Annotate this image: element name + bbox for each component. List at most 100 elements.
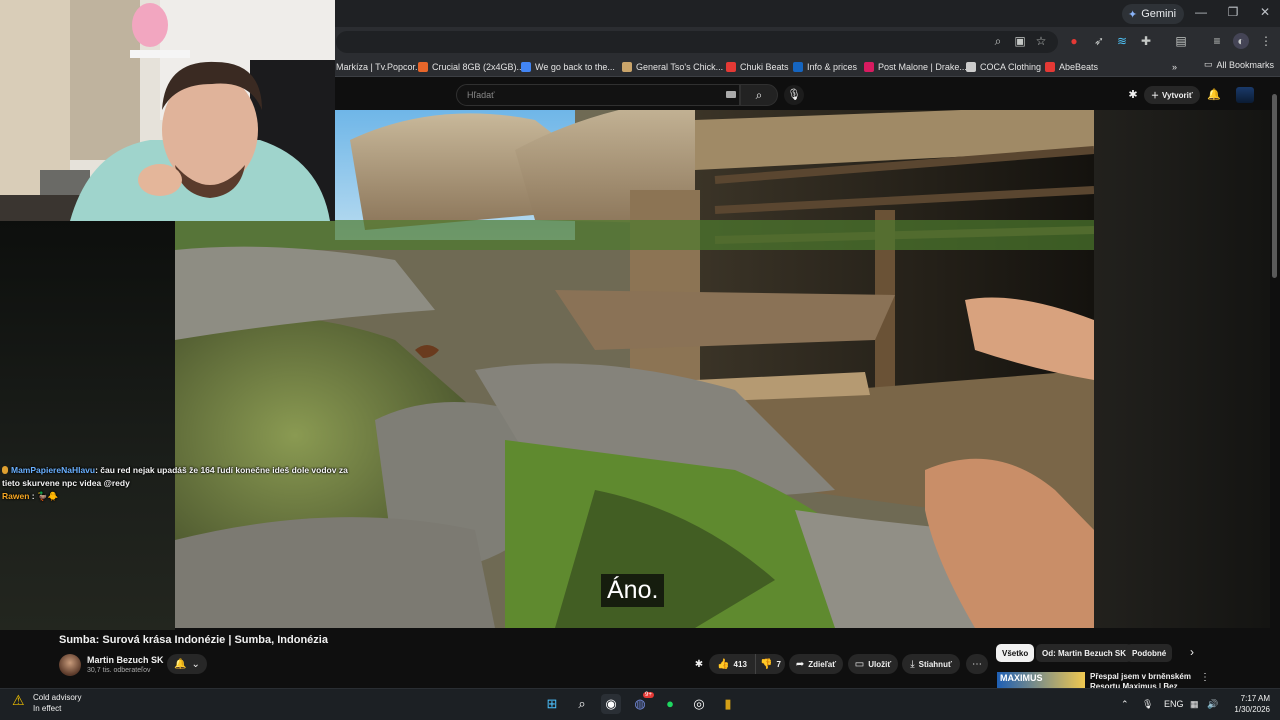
warning-icon: ⚠ bbox=[12, 692, 25, 708]
save-button[interactable]: ▭ Uložiť bbox=[848, 654, 898, 674]
profile-avatar-icon[interactable]: ◐ bbox=[1233, 33, 1249, 49]
create-button[interactable]: ＋ Vytvoriť bbox=[1144, 86, 1200, 104]
notifications-bell-icon[interactable]: 🔔 bbox=[1207, 88, 1221, 102]
subscribed-bell-button[interactable]: 🔔 ⌄ bbox=[167, 654, 207, 674]
microphone-icon[interactable]: 🎙 bbox=[1142, 699, 1153, 710]
bookmark-item[interactable]: Chuki Beats bbox=[726, 59, 789, 75]
bookmark-star-icon[interactable]: ☆ bbox=[1033, 33, 1049, 49]
channel-name[interactable]: Martin Bezuch SK bbox=[87, 655, 164, 665]
zoom-icon[interactable]: ⌕ bbox=[990, 33, 1006, 49]
plus-icon: ＋ bbox=[1151, 90, 1159, 100]
scrollbar-thumb[interactable] bbox=[1272, 94, 1277, 278]
more-actions-icon[interactable]: ⋯ bbox=[966, 654, 988, 674]
spotify-icon[interactable]: ● bbox=[660, 694, 680, 714]
bookmark-item[interactable]: COCA Clothing bbox=[966, 59, 1041, 75]
app-icon[interactable]: ▮ bbox=[718, 694, 738, 714]
media-controls-icon[interactable]: ≡ bbox=[1209, 33, 1225, 49]
clip-icon[interactable]: ✱ bbox=[690, 654, 708, 674]
search-input[interactable]: Hľadať bbox=[456, 84, 740, 106]
bookmark-item[interactable]: Markíza | Tv.Popcor... bbox=[336, 59, 423, 75]
weather-widget[interactable]: ⚠ Cold advisory In effect bbox=[12, 692, 81, 714]
network-icon[interactable]: ▦ bbox=[1190, 699, 1199, 710]
share-icon: ➦ bbox=[795, 658, 805, 670]
search-button[interactable]: ⌕ bbox=[740, 84, 778, 106]
bookmark-favicon bbox=[418, 62, 428, 72]
premium-puzzle-icon[interactable]: ✱ bbox=[1126, 88, 1140, 102]
chat-username: MamPapiereNaHlavu bbox=[11, 465, 96, 475]
extensions-puzzle-icon[interactable]: ✚ bbox=[1138, 33, 1154, 49]
browser-menu-icon[interactable]: ⋮ bbox=[1258, 33, 1274, 49]
video-ambient-side bbox=[1094, 110, 1270, 628]
close-icon[interactable]: ✕ bbox=[1250, 5, 1280, 19]
cast-icon[interactable]: ▣ bbox=[1012, 33, 1028, 49]
bookmark-item[interactable]: Crucial 8GB (2x4GB)... bbox=[418, 59, 524, 75]
webcam-overlay bbox=[0, 0, 335, 221]
chat-overlay: MamPapiereNaHlavu: čau red nejak upadáš … bbox=[2, 464, 352, 503]
bookmark-favicon bbox=[1045, 62, 1055, 72]
obs-icon[interactable]: ◎ bbox=[689, 694, 709, 714]
system-clock[interactable]: 7:17 AM 1/30/2026 bbox=[1226, 693, 1270, 715]
tray-chevron-icon[interactable]: ⌃ bbox=[1121, 699, 1129, 710]
windows-start-icon[interactable]: ⊞ bbox=[542, 694, 562, 714]
dislike-button[interactable]: 👎 7 bbox=[755, 654, 785, 674]
chip-all[interactable]: Všetko bbox=[996, 644, 1035, 662]
chat-message: Rawen : 🦆🐥 bbox=[2, 491, 59, 501]
volume-icon[interactable]: 🔊 bbox=[1207, 699, 1218, 710]
maximize-icon[interactable]: ❐ bbox=[1218, 5, 1248, 19]
gemini-label: Gemini bbox=[1141, 8, 1177, 20]
account-avatar[interactable] bbox=[1236, 87, 1254, 103]
bookmark-favicon bbox=[864, 62, 874, 72]
tab-search-icon[interactable]: ▤ bbox=[1173, 33, 1189, 49]
webcam-frame bbox=[0, 0, 335, 221]
thumbs-down-icon: 👎 bbox=[760, 658, 773, 670]
bookmark-item[interactable]: Post Malone | Drake... bbox=[864, 59, 967, 75]
video-ambient-left bbox=[0, 220, 175, 630]
channel-avatar[interactable] bbox=[59, 654, 81, 676]
minimize-icon[interactable]: — bbox=[1186, 5, 1216, 19]
download-button[interactable]: ⤓ Stiahnuť bbox=[902, 654, 960, 674]
video-title: Sumba: Surová krása Indonézie | Sumba, I… bbox=[59, 634, 328, 646]
extension-arrow-icon[interactable]: ➶ bbox=[1091, 33, 1107, 49]
bookmarks-overflow-icon[interactable]: » bbox=[1172, 59, 1177, 75]
chevron-right-icon[interactable]: › bbox=[1190, 645, 1194, 659]
gemini-icon: ✦ bbox=[1128, 8, 1138, 21]
subscriber-count: 30,7 tis. odberateľov bbox=[87, 667, 151, 674]
extension-wave-icon[interactable]: ≋ bbox=[1114, 33, 1130, 49]
bookmark-favicon bbox=[966, 62, 976, 72]
weather-title: Cold advisory bbox=[33, 693, 82, 702]
chip-related[interactable]: Podobné bbox=[1126, 644, 1173, 662]
thumbs-up-icon: 👍 bbox=[717, 658, 730, 670]
video-caption: Áno. bbox=[601, 574, 665, 607]
bookmark-item[interactable]: AbeBeats bbox=[1045, 59, 1098, 75]
bookmark-item[interactable]: General Tso's Chick... bbox=[622, 59, 723, 75]
bookmark-favicon bbox=[726, 62, 736, 72]
chat-message: MamPapiereNaHlavu: čau red nejak upadáš … bbox=[2, 465, 348, 488]
chat-username: Rawen bbox=[2, 491, 30, 501]
chip-from-channel[interactable]: Od: Martin Bezuch SK bbox=[1036, 644, 1133, 662]
extension-red-icon[interactable]: ● bbox=[1066, 33, 1082, 49]
bookmark-favicon bbox=[793, 62, 803, 72]
download-icon: ⤓ bbox=[910, 658, 915, 670]
chrome-icon[interactable]: ◉ bbox=[601, 694, 621, 714]
search-icon[interactable]: ⌕ bbox=[572, 694, 592, 714]
folder-icon: ▭ bbox=[1204, 59, 1213, 69]
keyboard-icon[interactable] bbox=[726, 91, 736, 98]
voice-search-icon[interactable]: 🎙 bbox=[784, 85, 804, 105]
bookmark-item[interactable]: We go back to the... bbox=[521, 59, 615, 75]
bell-icon: 🔔 bbox=[174, 658, 187, 670]
recommendation-menu-icon[interactable]: ⋮ bbox=[1200, 672, 1210, 683]
chat-text: 🦆🐥 bbox=[36, 491, 59, 501]
address-bar[interactable] bbox=[336, 31, 1058, 53]
bookmark-favicon bbox=[521, 62, 531, 72]
all-bookmarks-button[interactable]: ▭ All Bookmarks bbox=[1204, 59, 1274, 70]
like-button[interactable]: 👍 413 bbox=[709, 654, 755, 674]
weather-subtitle: In effect bbox=[33, 704, 62, 713]
search-icon: ⌕ bbox=[755, 88, 763, 102]
language-indicator[interactable]: ENG bbox=[1164, 699, 1184, 709]
share-button[interactable]: ➦ Zdieľať bbox=[789, 654, 843, 674]
chevron-down-icon: ⌄ bbox=[191, 658, 200, 670]
bookmark-item[interactable]: Info & prices bbox=[793, 59, 857, 75]
bookmark-favicon bbox=[622, 62, 632, 72]
gemini-button[interactable]: ✦ Gemini bbox=[1122, 4, 1185, 24]
chat-badge-icon bbox=[2, 466, 8, 474]
